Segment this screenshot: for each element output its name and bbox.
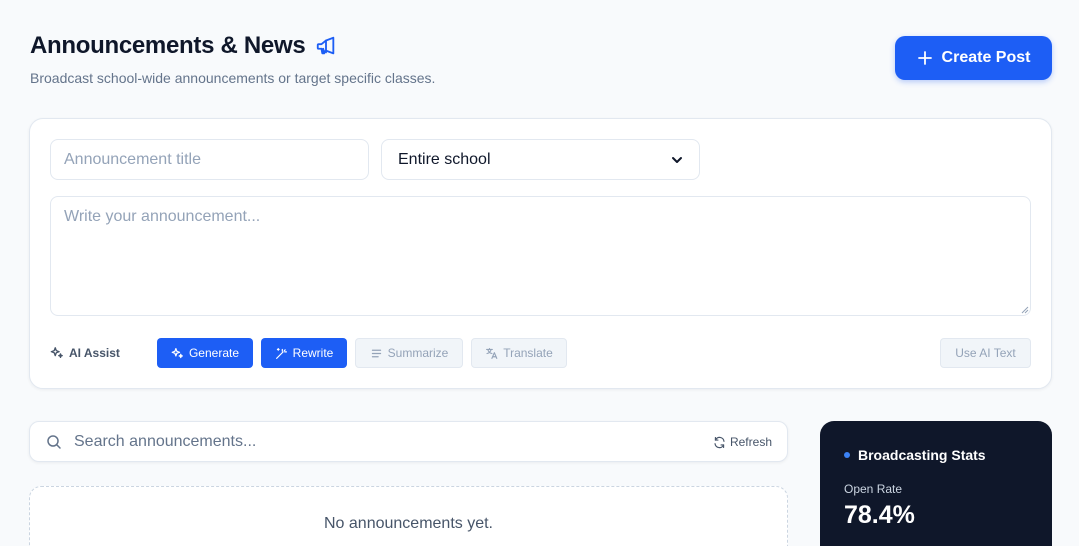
- status-dot-icon: [844, 452, 850, 458]
- sparkles-icon: [50, 347, 63, 359]
- chevron-down-icon: [672, 156, 682, 163]
- rewrite-button[interactable]: Rewrite: [261, 338, 347, 368]
- ai-assist-text: AI Assist: [69, 346, 120, 360]
- audience-select[interactable]: Entire school: [381, 139, 700, 180]
- announcement-composer: Entire school AI Assist Generate: [29, 118, 1052, 389]
- page-title-text: Announcements & News: [30, 32, 306, 59]
- ai-assist-toolbar: AI Assist Generate Rewrite Summarize Tra…: [50, 338, 1031, 368]
- stats-title-text: Broadcasting Stats: [858, 447, 986, 463]
- search-input[interactable]: [74, 428, 694, 456]
- refresh-label: Refresh: [729, 435, 772, 449]
- page-title: Announcements & News: [30, 30, 435, 62]
- ai-assist-label: AI Assist: [50, 338, 120, 368]
- stats-title: Broadcasting Stats: [844, 447, 986, 463]
- magic-wand-icon: [275, 347, 287, 359]
- refresh-icon: [714, 436, 725, 448]
- generate-button[interactable]: Generate: [157, 338, 253, 368]
- search-bar: Refresh: [29, 421, 788, 462]
- refresh-button[interactable]: Refresh: [713, 432, 772, 452]
- page-header: Announcements & News Broadcast school-wi…: [30, 30, 435, 86]
- open-rate-value: 78.4%: [844, 501, 915, 529]
- open-rate-label: Open Rate: [844, 482, 903, 496]
- generate-label: Generate: [188, 346, 240, 360]
- create-post-label: Create Post: [941, 49, 1031, 66]
- resize-handle-icon[interactable]: [1021, 306, 1029, 314]
- translate-label: Translate: [503, 346, 553, 360]
- announcement-body-input[interactable]: [50, 196, 1031, 316]
- search-icon: [47, 435, 61, 449]
- use-ai-text-label: Use AI Text: [955, 346, 1016, 360]
- summarize-label: Summarize: [387, 346, 449, 360]
- translate-button[interactable]: Translate: [471, 338, 567, 368]
- create-post-button[interactable]: Create Post: [895, 36, 1052, 80]
- megaphone-icon: [317, 36, 335, 55]
- use-ai-text-button[interactable]: Use AI Text: [940, 338, 1031, 368]
- rewrite-label: Rewrite: [292, 346, 334, 360]
- announcements-empty-state: No announcements yet.: [29, 486, 788, 546]
- sparkles-icon: [171, 347, 183, 358]
- page-subtitle: Broadcast school-wide announcements or t…: [30, 70, 436, 86]
- empty-message: No announcements yet.: [324, 515, 493, 532]
- broadcasting-stats-card: Broadcasting Stats Open Rate 78.4%: [820, 421, 1052, 546]
- plus-icon: [917, 51, 932, 65]
- audience-selected-value: Entire school: [398, 150, 491, 168]
- announcement-title-input[interactable]: [50, 139, 369, 180]
- text-lines-icon: [371, 349, 381, 357]
- summarize-button[interactable]: Summarize: [355, 338, 463, 368]
- translate-icon: [486, 347, 498, 359]
